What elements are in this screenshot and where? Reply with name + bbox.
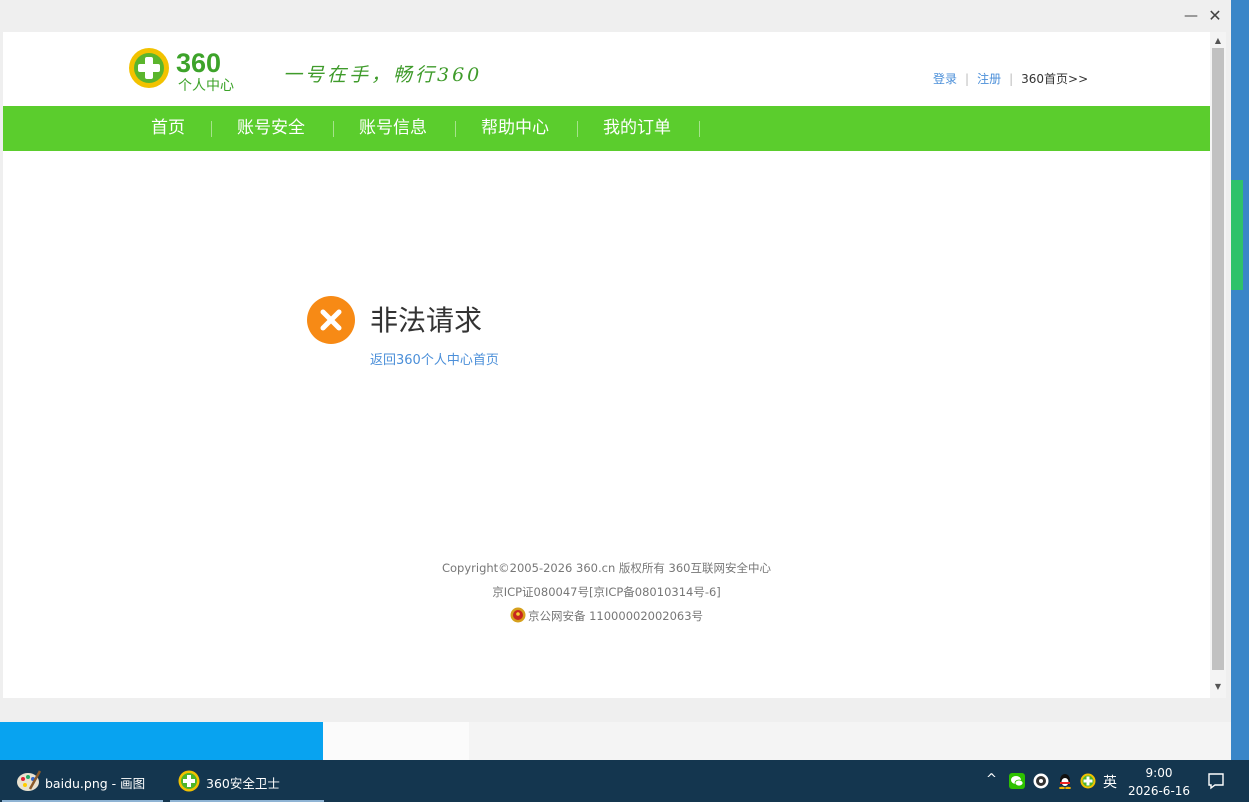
settings-gear-icon[interactable] [1033,773,1049,789]
nav-divider [333,121,334,137]
360-logo[interactable]: 360 个人中心 [128,46,256,94]
register-link[interactable]: 注册 [977,72,1001,86]
qq-penguin-icon[interactable] [1057,773,1073,789]
vertical-scrollbar[interactable]: ▲ ▼ [1210,32,1226,698]
page-footer: Copyright©2005-2026 360.cn 版权所有 360互联网安全… [3,556,1210,628]
back-to-home-link[interactable]: 返回360个人中心首页 [370,349,499,368]
logo-number: 360 [176,48,221,78]
nav-divider [699,121,700,137]
taskbar-item-label: 360安全卫士 [206,776,280,791]
page-content: 360 个人中心 一号在手，畅行360 登录 | 注册 | 360首页>> 首页 账号安… [3,32,1210,698]
nav-item-account-info[interactable]: 账号信息 [359,106,427,151]
tray-expand-chevron-icon[interactable]: ^ [986,772,997,787]
nav-divider [455,121,456,137]
desktop-background [323,722,469,760]
nav-item-help-center[interactable]: 帮助中心 [481,106,549,151]
police-record-text: 京公网安备 11000002002063号 [527,609,704,623]
taskbar-item-360-safe[interactable]: 360安全卫士 [170,760,324,802]
background-window-edge [1231,0,1249,760]
360-plus-icon: 360 个人中心 [129,48,234,94]
link-separator: | [965,72,970,86]
taskbar: baidu.png - 画图 360安全卫士 ^ 英 9:00 2026-6-1… [0,760,1249,802]
nav-item-account-security[interactable]: 账号安全 [237,106,305,151]
minimize-button[interactable]: — [1180,5,1202,27]
police-badge-icon [510,607,526,623]
top-links: 登录 | 注册 | 360首页>> [933,70,1088,87]
desktop-background [0,722,323,760]
login-link[interactable]: 登录 [933,72,957,86]
link-separator: | [1009,72,1014,86]
scroll-thumb[interactable] [1212,48,1224,670]
clock-date: 2026-6-16 [1127,784,1191,798]
paint-icon [17,770,42,791]
nav-divider [577,121,578,137]
icp-link[interactable]: 京ICP证080047号[京ICP备08010314号-6] [3,580,1210,604]
wechat-icon[interactable] [1009,773,1025,789]
nav-item-my-orders[interactable]: 我的订单 [603,106,671,151]
error-title: 非法请求 [370,304,483,337]
notification-center-icon[interactable] [1207,772,1225,790]
copyright-text: Copyright©2005-2026 360.cn 版权所有 360互联网安全… [441,561,771,575]
system-clock[interactable]: 9:00 2026-6-16 [1127,764,1191,800]
taskbar-item-label: baidu.png - 画图 [45,776,146,791]
nav-divider [211,121,212,137]
main-nav: 首页 账号安全 账号信息 帮助中心 我的订单 [3,106,1210,151]
nav-item-home[interactable]: 首页 [151,106,185,151]
scroll-up-arrow-icon[interactable]: ▲ [1210,34,1226,48]
360-home-link[interactable]: 360首页>> [1021,72,1088,86]
360-tray-icon[interactable] [1080,773,1096,789]
error-x-icon [307,296,355,344]
input-language-indicator[interactable]: 英 [1103,772,1117,792]
taskbar-item-paint[interactable]: baidu.png - 画图 [2,760,163,802]
slogan: 一号在手，畅行360 [283,64,483,86]
desktop-background [469,722,1231,760]
background-window-accent [1231,180,1243,290]
close-button[interactable]: ✕ [1204,5,1226,27]
360-safe-icon [178,770,200,792]
police-record[interactable]: 京公网安备 11000002002063号 [3,604,1210,628]
scroll-down-arrow-icon[interactable]: ▼ [1210,680,1226,694]
clock-time: 9:00 [1145,766,1173,780]
logo-subtitle: 个人中心 [178,78,234,92]
page-header: 360 个人中心 一号在手，畅行360 登录 | 注册 | 360首页>> [3,32,1210,106]
